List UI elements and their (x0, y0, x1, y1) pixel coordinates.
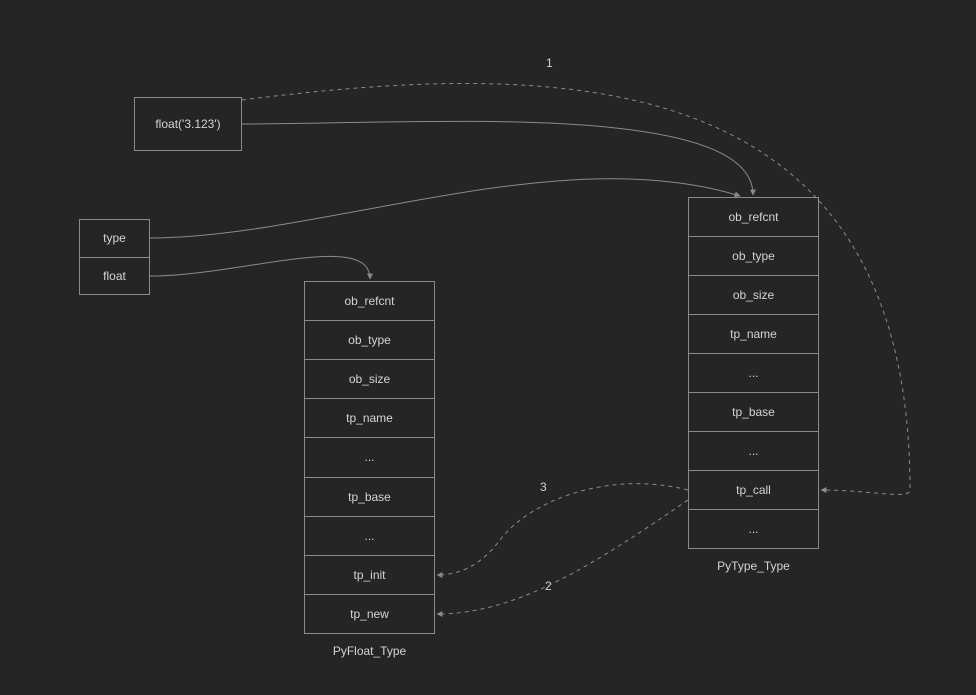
pyfloat-type-struct: ob_refcnt ob_type ob_size tp_name... tp_base… (304, 281, 435, 634)
pyfloat-field-ellipsis: ... (305, 517, 434, 556)
pyfloat-field-text: tp_base (348, 490, 391, 504)
pytype-type-struct: ob_refcnt ob_type ob_size tp_name... tp_base… (688, 197, 819, 549)
pyfloat-caption: PyFloat_Type (304, 644, 435, 658)
pytype-field-text: ob_size (733, 288, 774, 302)
pytype-field-text: ... (748, 366, 758, 380)
pyfloat-field-tp-new: tp_new (305, 595, 434, 633)
arrow-2-tpcall-to-tpnew (437, 500, 688, 614)
pyfloat-field-text: ob_type (348, 333, 391, 347)
diagram-canvas: float('3.123') type float ob_refcnt ob_ty… (0, 0, 976, 695)
pytype-field-tp-base: tp_base (689, 393, 818, 432)
pyfloat-field-tp-init: tp_init (305, 556, 434, 595)
pytype-field-ellipsis: ... (689, 510, 818, 548)
pytype-field-text: tp_name (730, 327, 777, 341)
pyfloat-field-tp-name: tp_name (305, 399, 434, 438)
pyfloat-field-ob-type: ob_type (305, 321, 434, 360)
arrow-expr-to-pytype (242, 121, 753, 195)
pyfloat-field-text: ob_size (349, 372, 390, 386)
expr-text: float('3.123') (155, 117, 220, 131)
arrow-3-tpcall-to-tpinit (437, 484, 688, 575)
pytype-field-text: ... (748, 522, 758, 536)
pair-float-text: float (103, 269, 126, 283)
pytype-field-ob-type: ob_type (689, 237, 818, 276)
pair-type-text: type (103, 231, 126, 245)
pytype-field-text: ... (748, 444, 758, 458)
pytype-field-text: tp_call (736, 483, 771, 497)
edge-label-2: 2 (545, 579, 552, 593)
pytype-field-ellipsis: ... (689, 354, 818, 393)
pytype-caption: PyType_Type (688, 559, 819, 573)
pytype-caption-text: PyType_Type (717, 559, 790, 573)
pair-float-cell: float (80, 258, 149, 295)
pytype-field-ob-size: ob_size (689, 276, 818, 315)
pyfloat-field-text: ob_refcnt (344, 294, 394, 308)
pyfloat-field-tp-base: tp_base (305, 478, 434, 517)
pyfloat-field-text: ... (364, 450, 374, 464)
pyfloat-caption-text: PyFloat_Type (333, 644, 406, 658)
pytype-field-ob-refcnt: ob_refcnt (689, 198, 818, 237)
pytype-field-ellipsis: ... (689, 432, 818, 471)
pytype-field-text: ob_refcnt (728, 210, 778, 224)
pytype-field-text: tp_base (732, 405, 775, 419)
pyfloat-field-ellipsis: ... (305, 438, 434, 477)
pytype-field-text: ob_type (732, 249, 775, 263)
pyfloat-field-text: ... (364, 529, 374, 543)
expr-box: float('3.123') (134, 97, 242, 151)
edge-label-1: 1 (546, 56, 553, 70)
pytype-field-tp-name: tp_name (689, 315, 818, 354)
pyfloat-field-ob-size: ob_size (305, 360, 434, 399)
pytype-field-tp-call: tp_call (689, 471, 818, 510)
pyfloat-field-ob-refcnt: ob_refcnt (305, 282, 434, 321)
type-float-pair: type float (79, 219, 150, 295)
pyfloat-field-text: tp_init (353, 568, 385, 582)
pair-type-cell: type (80, 220, 149, 258)
pyfloat-field-text: tp_name (346, 411, 393, 425)
arrow-float-to-pyfloat (150, 256, 370, 279)
arrow-type-to-pytype (150, 179, 740, 238)
pyfloat-field-text: tp_new (350, 607, 389, 621)
edge-label-3: 3 (540, 480, 547, 494)
